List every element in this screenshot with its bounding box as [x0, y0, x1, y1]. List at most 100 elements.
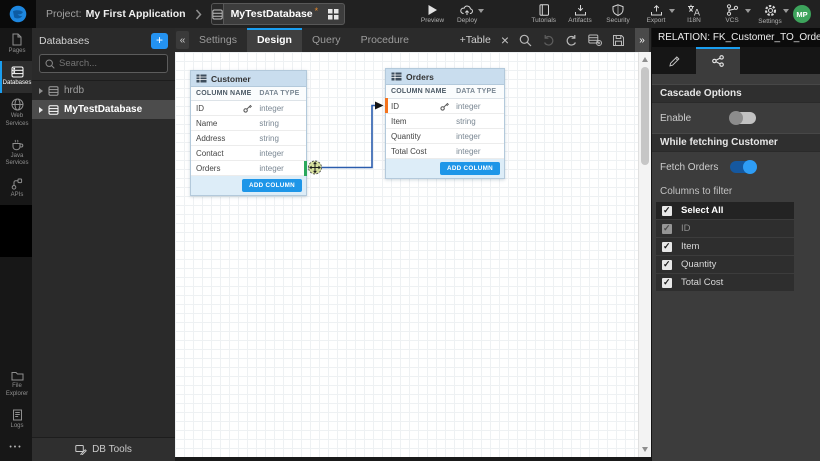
er-diagram-canvas[interactable]: Customer COLUMN NAME DATA TYPE ID intege… [175, 52, 651, 457]
column-row-orders[interactable]: Orders integer [191, 161, 306, 176]
relation-target-accent [385, 98, 388, 113]
open-database-tab[interactable]: MyTestDatabase * [211, 3, 346, 25]
add-database-button[interactable]: + [151, 33, 168, 49]
while-fetching-header: While fetching Customer [652, 133, 820, 152]
db-tools-icon [75, 444, 87, 455]
column-row-address[interactable]: Address string [191, 131, 306, 146]
tree-item-mytestdatabase[interactable]: MyTestDatabase [32, 100, 175, 119]
canvas-vertical-scrollbar[interactable] [638, 52, 651, 457]
checkbox-row-select-all[interactable]: Select All [656, 202, 794, 220]
add-table-button[interactable]: +Table [460, 34, 491, 46]
column-row-name[interactable]: Name string [191, 116, 306, 131]
checkbox-row-total-cost[interactable]: Total Cost [656, 274, 794, 292]
database-icon [48, 105, 59, 115]
column-row-id[interactable]: ID integer [191, 101, 306, 116]
database-icon [48, 86, 59, 96]
database-tab-label: MyTestDatabase [224, 8, 318, 20]
globe-icon [11, 98, 24, 111]
table-header[interactable]: Customer [191, 71, 306, 87]
expand-toolbar-button[interactable]: » [635, 28, 649, 52]
artifacts-button[interactable]: Artifacts [561, 0, 599, 28]
i18n-button[interactable]: A I18N [675, 0, 713, 28]
checkbox-row-quantity[interactable]: Quantity [656, 256, 794, 274]
sync-database-button[interactable] [588, 34, 602, 46]
app-logo[interactable] [0, 0, 36, 28]
settings-button[interactable]: Settings [751, 0, 789, 28]
column-row-item[interactable]: Item string [386, 114, 504, 129]
redo-button[interactable] [565, 34, 578, 46]
table-header[interactable]: Orders [386, 69, 504, 85]
tab-query[interactable]: Query [302, 28, 351, 52]
sidebar-item-web-services[interactable]: Web Services [0, 93, 32, 133]
app-switcher-icon[interactable] [320, 9, 345, 20]
folder-icon [11, 370, 24, 381]
tab-edit-relation[interactable] [652, 47, 696, 74]
deploy-button[interactable]: Deploy [450, 0, 485, 28]
security-button[interactable]: Security [599, 0, 637, 28]
sidebar-item-pages[interactable]: Pages [0, 28, 32, 61]
table-icon [196, 74, 207, 83]
column-row-quantity[interactable]: Quantity integer [386, 129, 504, 144]
scrollbar-thumb[interactable] [641, 67, 649, 165]
project-name[interactable]: My First Application [86, 8, 186, 20]
undo-button[interactable] [542, 34, 555, 46]
sidebar-item-java-services[interactable]: Java Services [0, 134, 32, 173]
enable-toggle[interactable] [730, 112, 756, 124]
sidebar-item-databases[interactable]: Databases [0, 61, 32, 93]
shield-icon [612, 4, 624, 16]
checkbox-row-item[interactable]: Item [656, 238, 794, 256]
enable-label: Enable [660, 113, 730, 124]
collapse-panel-button[interactable]: « [176, 31, 189, 49]
log-file-icon [12, 409, 23, 421]
er-table-orders[interactable]: Orders COLUMN NAME DATA TYPE ID integer … [385, 68, 505, 179]
database-search[interactable] [39, 54, 168, 73]
sidebar-item-file-explorer[interactable]: File Explorer [0, 365, 32, 403]
add-column-button[interactable]: ADD COLUMN [242, 179, 302, 192]
relation-panel-tabs [652, 47, 820, 74]
rail-divider [0, 205, 32, 257]
caret-down-icon [478, 9, 484, 13]
tab-procedure[interactable]: Procedure [351, 28, 419, 52]
tab-settings[interactable]: Settings [189, 28, 247, 52]
topbar-right-actions: Artifacts Security Export A I18N VCS [561, 0, 820, 28]
chevron-right-icon [195, 9, 202, 20]
caret-down-icon [783, 9, 789, 13]
git-branch-icon [726, 4, 739, 16]
scroll-up-arrow[interactable] [642, 57, 648, 62]
save-button[interactable] [612, 34, 625, 47]
project-label: Project: [46, 8, 82, 20]
column-row-contact[interactable]: Contact integer [191, 146, 306, 161]
add-column-button[interactable]: ADD COLUMN [440, 162, 500, 175]
tab-design[interactable]: Design [247, 28, 302, 52]
user-avatar[interactable]: MP [793, 5, 811, 23]
er-table-customer[interactable]: Customer COLUMN NAME DATA TYPE ID intege… [190, 70, 307, 196]
sidebar-item-logs[interactable]: Logs [0, 404, 32, 436]
checkbox-checked-icon[interactable] [662, 260, 672, 270]
checkbox-checked-icon[interactable] [662, 206, 672, 216]
pencil-icon [668, 55, 680, 67]
tutorials-button[interactable]: Tutorials [526, 0, 561, 28]
sidebar-item-apis[interactable]: APIs [0, 173, 32, 205]
checkbox-checked-icon[interactable] [662, 278, 672, 288]
expand-caret-icon[interactable] [39, 88, 43, 94]
vcs-button[interactable]: VCS [713, 0, 751, 28]
delete-button[interactable]: × [501, 34, 509, 46]
tab-relation-settings[interactable] [696, 47, 740, 74]
checkbox-checked-icon[interactable] [662, 242, 672, 252]
more-options-icon[interactable]: ••• [0, 436, 32, 461]
preview-button[interactable]: Preview [415, 0, 450, 28]
scroll-down-arrow[interactable] [642, 447, 648, 452]
column-header-row: COLUMN NAME DATA TYPE [191, 87, 306, 101]
fetch-orders-label: Fetch Orders [660, 162, 730, 173]
expand-caret-icon[interactable] [39, 107, 43, 113]
fetch-orders-toggle[interactable] [730, 161, 756, 173]
tree-item-hrdb[interactable]: hrdb [32, 81, 175, 100]
left-nav-rail: Pages Databases Web Services Java Servic… [0, 28, 32, 461]
zoom-search-button[interactable] [519, 34, 532, 47]
column-row-id[interactable]: ID integer [386, 99, 504, 114]
db-tools-button[interactable]: DB Tools [32, 437, 175, 461]
panel-title: Databases [39, 35, 151, 47]
column-row-total-cost[interactable]: Total Cost integer [386, 144, 504, 159]
search-input[interactable] [59, 58, 162, 69]
export-button[interactable]: Export [637, 0, 675, 28]
